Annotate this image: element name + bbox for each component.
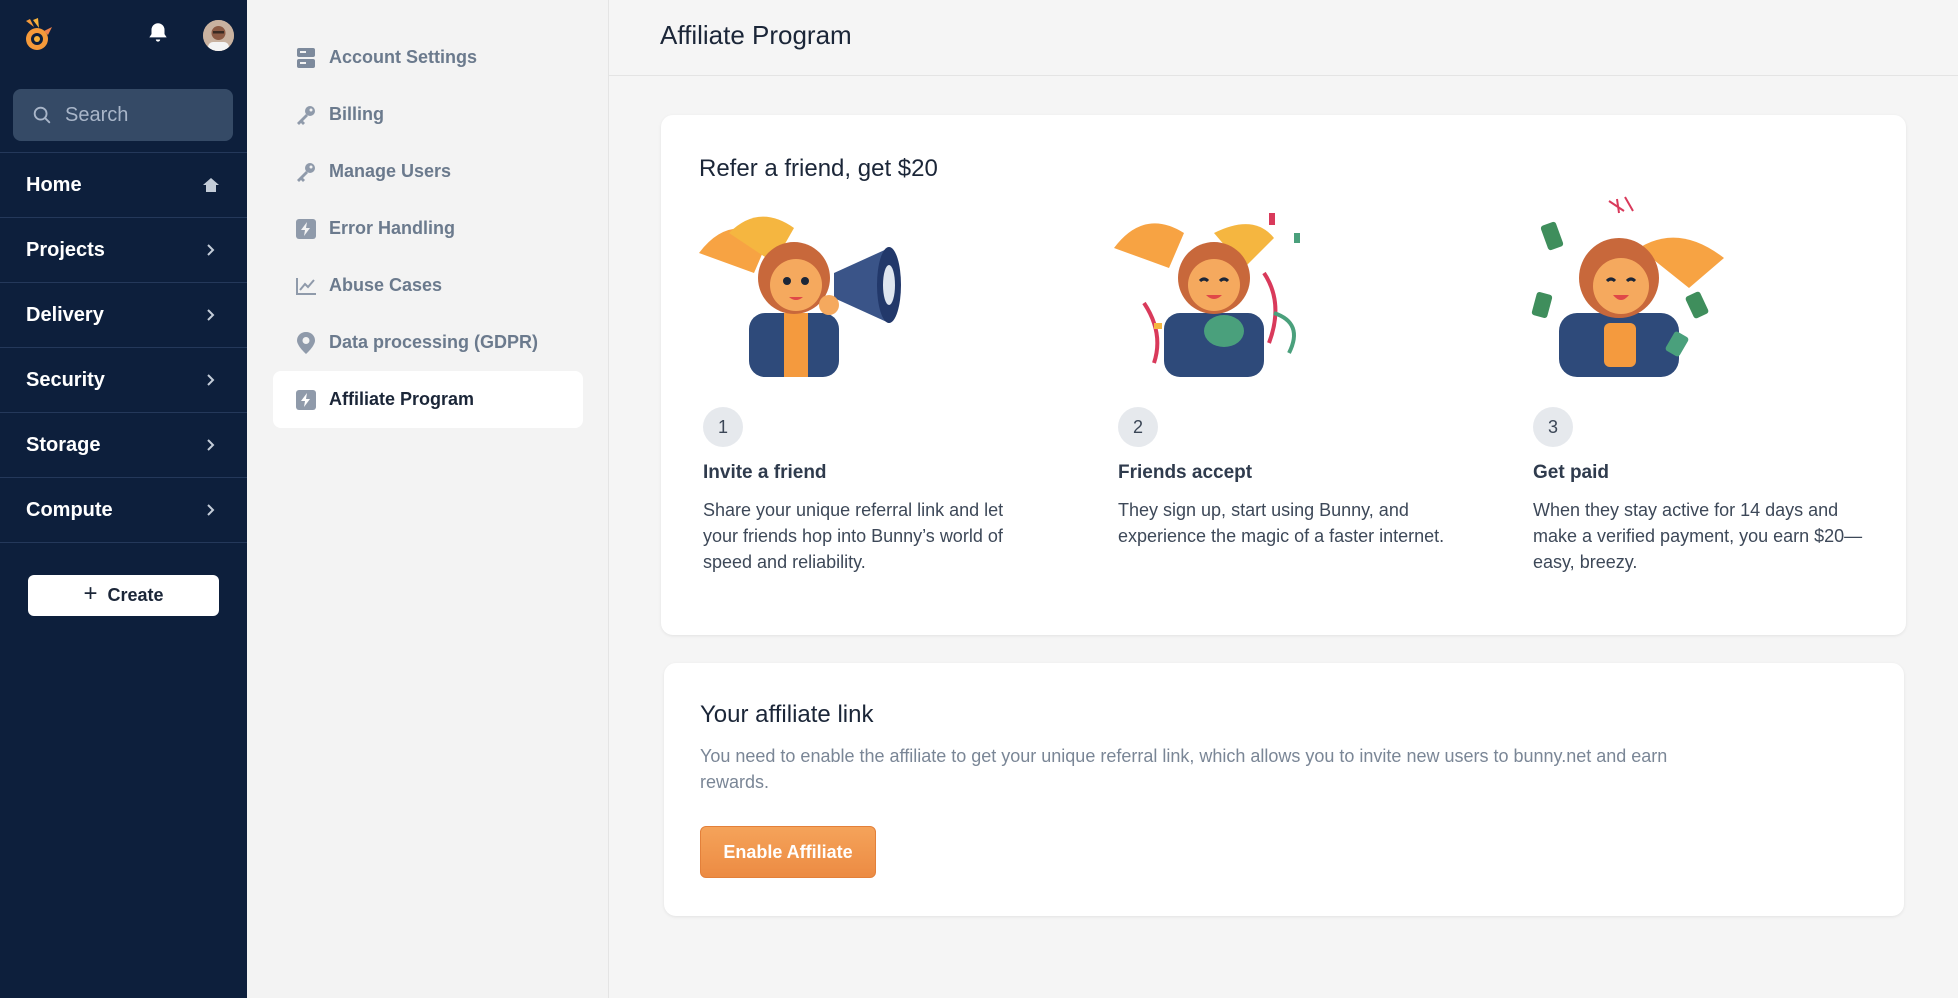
nav-item-label: Delivery — [26, 303, 104, 326]
settings-item-affiliate-program[interactable]: Affiliate Program — [273, 371, 583, 428]
settings-item-label: Billing — [329, 104, 384, 124]
main-sidebar: Home Projects Delivery Security Storage … — [0, 0, 247, 998]
key-icon — [295, 103, 317, 127]
page-header: Affiliate Program — [609, 0, 1958, 76]
chevron-right-icon — [201, 500, 221, 520]
refer-title: Refer a friend, get $20 — [699, 155, 938, 182]
nav-item-compute[interactable]: Compute — [0, 478, 247, 543]
nav-item-projects[interactable]: Projects — [0, 218, 247, 283]
settings-item-manage-users[interactable]: Manage Users — [273, 143, 583, 200]
create-button[interactable]: + Create — [28, 575, 219, 616]
step-text: When they stay active for 14 days and ma… — [1533, 500, 1863, 572]
user-avatar[interactable] — [203, 20, 234, 51]
chevron-right-icon — [201, 305, 221, 325]
server-icon — [295, 46, 317, 70]
nav-item-security[interactable]: Security — [0, 348, 247, 413]
settings-item-abuse-cases[interactable]: Abuse Cases — [273, 257, 583, 314]
step-title: Friends accept — [1118, 462, 1253, 483]
nav-item-label: Storage — [26, 433, 101, 456]
nav-item-delivery[interactable]: Delivery — [0, 283, 247, 348]
step-number: 2 — [1118, 407, 1158, 447]
settings-item-label: Manage Users — [329, 161, 452, 181]
bunny-confetti-illustration — [1114, 193, 1324, 377]
nav-item-label: Projects — [26, 238, 105, 261]
bolt-icon — [295, 388, 317, 412]
settings-item-account-settings[interactable]: Account Settings — [273, 29, 583, 86]
line-chart-icon — [295, 274, 317, 298]
settings-item-billing[interactable]: Billing — [273, 86, 583, 143]
bunny-logo[interactable] — [20, 17, 56, 55]
settings-item-label: Affiliate Program — [329, 389, 475, 409]
settings-item-label: Abuse Cases — [329, 275, 443, 295]
chevron-right-icon — [201, 435, 221, 455]
step-title: Get paid — [1533, 462, 1610, 483]
settings-item-label: Data processing (GDPR) — [329, 332, 539, 352]
settings-item-label: Error Handling — [329, 218, 456, 238]
settings-item-error-handling[interactable]: Error Handling — [273, 200, 583, 257]
nav-item-label: Home — [26, 173, 82, 196]
settings-menu: Account Settings Billing Manage Users Er… — [247, 0, 609, 998]
plus-icon: + — [83, 580, 98, 607]
step-number: 3 — [1533, 407, 1573, 447]
enable-affiliate-button[interactable]: Enable Affiliate — [700, 826, 876, 878]
chevron-right-icon — [201, 370, 221, 390]
bell-icon[interactable] — [145, 20, 171, 46]
bolt-icon — [295, 217, 317, 241]
search-input[interactable] — [65, 103, 225, 127]
chevron-right-icon — [201, 240, 221, 260]
search-box[interactable] — [13, 89, 233, 141]
create-button-label: Create — [107, 585, 164, 605]
step-title: Invite a friend — [703, 462, 827, 483]
nav-item-home[interactable]: Home — [0, 153, 247, 218]
affiliate-link-description: You need to enable the affiliate to get … — [700, 746, 1668, 792]
main-nav: Home Projects Delivery Security Storage … — [0, 152, 247, 543]
bunny-megaphone-illustration — [699, 193, 909, 377]
nav-item-label: Compute — [26, 498, 113, 521]
home-icon — [201, 175, 221, 195]
step-text: They sign up, start using Bunny, and exp… — [1118, 500, 1445, 546]
refer-card: Refer a friend, get $20 1 Invite a frien… — [661, 115, 1906, 635]
nav-item-storage[interactable]: Storage — [0, 413, 247, 478]
step-number: 1 — [703, 407, 743, 447]
bunny-money-illustration — [1529, 193, 1739, 377]
affiliate-link-title: Your affiliate link — [700, 701, 874, 728]
key-icon — [295, 160, 317, 184]
nav-item-label: Security — [26, 368, 105, 391]
map-pin-icon — [295, 331, 317, 355]
affiliate-link-card: Your affiliate link You need to enable t… — [664, 663, 1904, 916]
settings-item-label: Account Settings — [329, 47, 478, 67]
step-text: Share your unique referral link and let … — [703, 500, 1004, 572]
search-icon — [31, 104, 53, 126]
settings-item-gdpr[interactable]: Data processing (GDPR) — [273, 314, 583, 371]
page-title: Affiliate Program — [660, 20, 852, 50]
